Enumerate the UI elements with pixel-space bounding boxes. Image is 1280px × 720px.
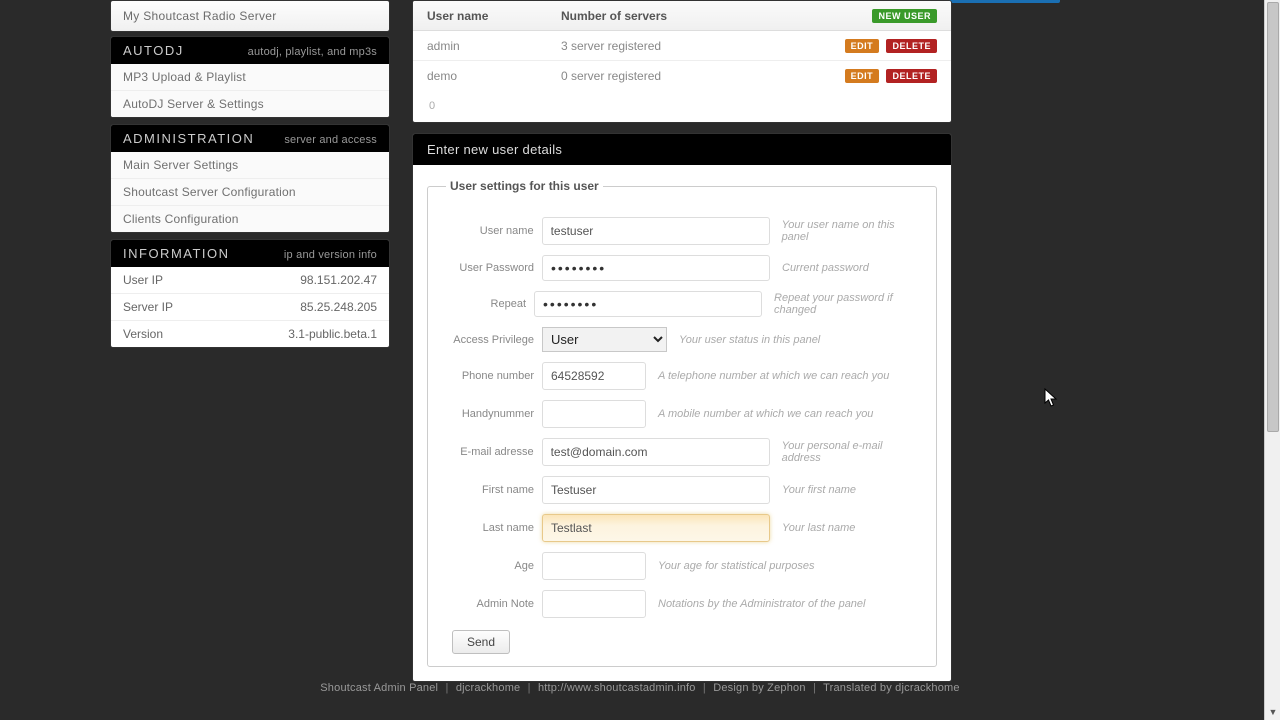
users-panel: User name Number of servers NEW USER adm…	[412, 0, 952, 123]
sidebar-item-label: MP3 Upload & Playlist	[123, 70, 246, 84]
section-title: AUTODJ	[123, 43, 184, 58]
main-content: User name Number of servers NEW USER adm…	[412, 0, 952, 692]
sidebar-item-label: Clients Configuration	[123, 212, 239, 226]
user-settings-fieldset: User settings for this user User name Yo…	[427, 179, 937, 667]
hint-username: Your user name on this panel	[782, 219, 924, 243]
hint-email: Your personal e-mail address	[782, 440, 924, 464]
admin-note-input[interactable]	[542, 590, 646, 618]
sidebar: My Shoutcast Radio Server AUTODJ autodj,…	[110, 0, 390, 354]
phone-input[interactable]	[542, 362, 646, 390]
label-email: E-mail adresse	[440, 446, 542, 458]
table-row: demo 0 server registered EDIT DELETE	[413, 61, 951, 91]
hint-age: Your age for statistical purposes	[658, 560, 815, 572]
sidebar-item-label: Shoutcast Server Configuration	[123, 185, 296, 199]
sidebar-item-main-server-settings[interactable]: Main Server Settings	[111, 152, 389, 178]
scrollbar-thumb[interactable]	[1267, 2, 1279, 432]
label-phone: Phone number	[440, 370, 542, 382]
info-label: Version	[111, 321, 221, 348]
users-table: User name Number of servers NEW USER adm…	[413, 1, 951, 90]
lastname-input[interactable]	[542, 514, 770, 542]
label-password: User Password	[440, 262, 542, 274]
info-table: User IP 98.151.202.47 Server IP 85.25.24…	[111, 267, 389, 347]
info-value-server-ip: 85.25.248.205	[221, 294, 389, 321]
footer-text: Translated by djcrackhome	[823, 682, 960, 694]
section-subtitle: server and access	[284, 134, 377, 146]
hint-password: Current password	[782, 262, 869, 274]
cell-username: admin	[413, 31, 547, 61]
sidebar-header-information: INFORMATION ip and version info	[111, 240, 389, 267]
pager: 0	[413, 90, 951, 122]
footer-text: Design by Zephon	[713, 682, 805, 694]
label-privilege: Access Privilege	[440, 334, 542, 346]
sidebar-header-autodj: AUTODJ autodj, playlist, and mp3s	[111, 37, 389, 64]
hint-firstname: Your first name	[782, 484, 856, 496]
footer-link[interactable]: http://www.shoutcastadmin.info	[538, 682, 696, 694]
hint-phone: A telephone number at which we can reach…	[658, 370, 889, 382]
sidebar-block-administration: ADMINISTRATION server and access Main Se…	[110, 124, 390, 233]
section-subtitle: autodj, playlist, and mp3s	[248, 46, 377, 58]
sidebar-block-autodj: AUTODJ autodj, playlist, and mp3s MP3 Up…	[110, 36, 390, 118]
label-repeat: Repeat	[440, 298, 534, 310]
sidebar-item-clients-config[interactable]: Clients Configuration	[111, 205, 389, 232]
privilege-select[interactable]: User	[542, 327, 667, 352]
hint-lastname: Your last name	[782, 522, 855, 534]
footer-text: Shoutcast Admin Panel	[320, 682, 438, 694]
info-label: Server IP	[111, 294, 221, 321]
table-row: admin 3 server registered EDIT DELETE	[413, 31, 951, 61]
label-age: Age	[440, 560, 542, 572]
new-user-button[interactable]: NEW USER	[872, 9, 937, 23]
section-title: INFORMATION	[123, 246, 230, 261]
label-firstname: First name	[440, 484, 542, 496]
sidebar-item-mp3-upload[interactable]: MP3 Upload & Playlist	[111, 64, 389, 90]
sidebar-item-label: My Shoutcast Radio Server	[123, 9, 277, 23]
username-input[interactable]	[542, 217, 770, 245]
age-input[interactable]	[542, 552, 646, 580]
delete-button[interactable]: DELETE	[886, 69, 937, 83]
edit-button[interactable]: EDIT	[845, 39, 880, 53]
email-input[interactable]	[542, 438, 770, 466]
label-lastname: Last name	[440, 522, 542, 534]
sidebar-item-my-server[interactable]: My Shoutcast Radio Server	[110, 0, 390, 32]
cell-servers: 3 server registered	[547, 31, 791, 61]
hint-handy: A mobile number at which we can reach yo…	[658, 408, 873, 420]
sidebar-item-autodj-settings[interactable]: AutoDJ Server & Settings	[111, 90, 389, 117]
col-header-servers: Number of servers	[547, 1, 791, 31]
label-handy: Handynummer	[440, 408, 542, 420]
sidebar-item-shoutcast-config[interactable]: Shoutcast Server Configuration	[111, 178, 389, 205]
send-button[interactable]: Send	[452, 630, 510, 654]
cell-username: demo	[413, 61, 547, 91]
footer-text: djcrackhome	[456, 682, 521, 694]
label-username: User name	[440, 225, 542, 237]
sidebar-block-information: INFORMATION ip and version info User IP …	[110, 239, 390, 348]
panel-header: Enter new user details	[413, 134, 951, 165]
hint-privilege: Your user status in this panel	[679, 334, 820, 346]
scrollbar-arrow-down-icon[interactable]: ▼	[1265, 704, 1280, 720]
hint-repeat: Repeat your password if changed	[774, 292, 924, 316]
info-label: User IP	[111, 267, 221, 294]
info-value-version: 3.1-public.beta.1	[221, 321, 389, 348]
password-input[interactable]: ••••••••	[542, 255, 770, 281]
sidebar-item-label: AutoDJ Server & Settings	[123, 97, 264, 111]
vertical-scrollbar[interactable]: ▼	[1264, 0, 1280, 720]
firstname-input[interactable]	[542, 476, 770, 504]
section-title: ADMINISTRATION	[123, 131, 254, 146]
footer: Shoutcast Admin Panel | djcrackhome | ht…	[0, 682, 1280, 694]
fieldset-legend: User settings for this user	[446, 179, 603, 193]
sidebar-item-label: Main Server Settings	[123, 158, 238, 172]
hint-note: Notations by the Administrator of the pa…	[658, 598, 866, 610]
handy-input[interactable]	[542, 400, 646, 428]
cell-servers: 0 server registered	[547, 61, 791, 91]
edit-button[interactable]: EDIT	[845, 69, 880, 83]
delete-button[interactable]: DELETE	[886, 39, 937, 53]
sidebar-header-administration: ADMINISTRATION server and access	[111, 125, 389, 152]
section-subtitle: ip and version info	[284, 249, 377, 261]
new-user-panel: Enter new user details User settings for…	[412, 133, 952, 682]
label-note: Admin Note	[440, 598, 542, 610]
col-header-username: User name	[413, 1, 547, 31]
repeat-password-input[interactable]: ••••••••	[534, 291, 762, 317]
info-value-user-ip: 98.151.202.47	[221, 267, 389, 294]
